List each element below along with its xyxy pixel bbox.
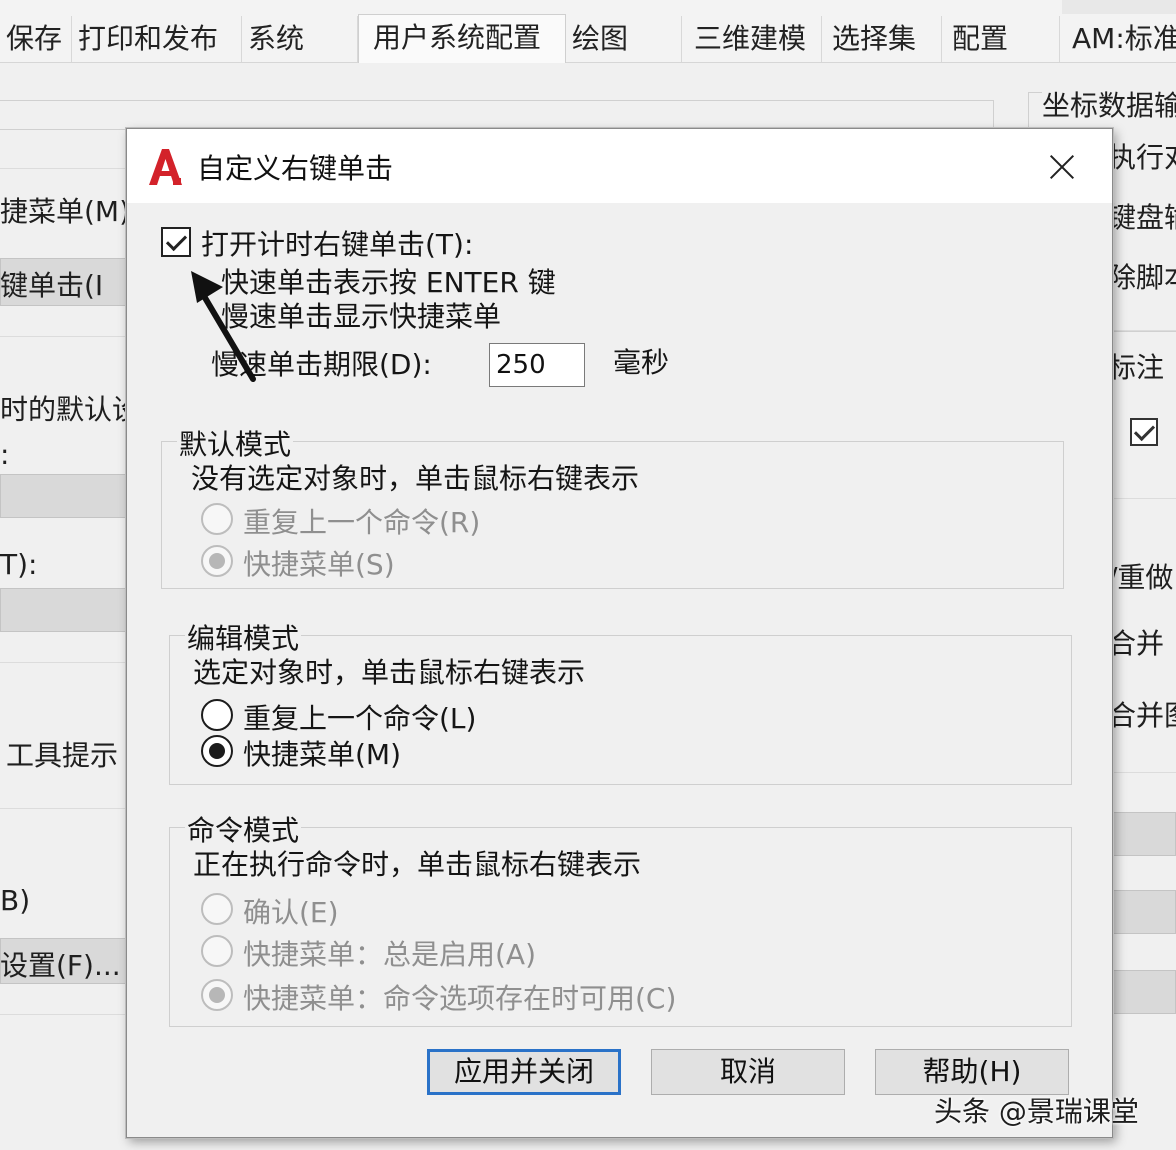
bg-label-script: 除脚本 (1108, 261, 1176, 294)
bg-divider (1110, 498, 1176, 499)
close-icon[interactable] (1039, 145, 1085, 189)
duration-unit: 毫秒 (613, 346, 670, 379)
bg-label-dimension: 标注 (1108, 351, 1165, 384)
tab-strip-edge (1062, 0, 1176, 14)
bg-checkbox[interactable] (1130, 418, 1158, 446)
edit-repeat-last-radio[interactable] (201, 699, 233, 731)
bg-divider (1110, 772, 1176, 773)
tab-save[interactable]: 保存 (0, 16, 72, 62)
watermark-text: 头条 @景瑞课堂 (934, 1095, 1139, 1128)
bg-label-colon: : (0, 438, 10, 471)
bg-divider (1110, 330, 1176, 331)
bg-button[interactable] (1110, 970, 1176, 1014)
duration-input[interactable] (489, 343, 585, 387)
customize-right-click-dialog: 自定义右键单击 打开计时右键单击(T): 快速单击表示按 ENTER 键 慢速单… (126, 128, 1113, 1138)
bg-label-merge-layer: 合并图 (1108, 699, 1176, 732)
timed-right-click-label: 打开计时右键单击(T): (201, 228, 474, 261)
bg-divider (0, 336, 130, 337)
edit-shortcut-menu-label: 快捷菜单(M) (243, 738, 402, 771)
bg-label-merge: 合并 (1108, 627, 1165, 660)
bg-divider (0, 168, 130, 169)
command-shortcut-options-radio[interactable] (201, 979, 233, 1011)
dialog-title: 自定义右键单击 (197, 152, 394, 185)
command-shortcut-options-label: 快捷菜单：命令选项存在时可用(C) (243, 982, 677, 1015)
default-repeat-last-label: 重复上一个命令(R) (243, 506, 481, 539)
tab-system[interactable]: 系统 (242, 16, 358, 62)
bg-label-coordinate-input: 坐标数据输 (1042, 84, 1176, 124)
command-shortcut-always-label: 快捷菜单：总是启用(A) (243, 938, 537, 971)
cancel-button[interactable]: 取消 (651, 1049, 845, 1095)
command-enter-radio[interactable] (201, 893, 233, 925)
bg-label-b: B) (0, 884, 31, 917)
bg-dropdown[interactable] (0, 588, 130, 632)
tab-user-preferences[interactable]: 用户系统配置 (358, 14, 566, 64)
tab-profiles[interactable]: 配置 (942, 16, 1060, 62)
edit-shortcut-menu-radio[interactable] (201, 735, 233, 767)
timed-right-click-checkbox[interactable] (161, 227, 191, 257)
bg-label-shortcut-menu: 捷菜单(M) (0, 195, 130, 228)
tab-am-standard[interactable]: AM:标准 (1060, 16, 1176, 62)
tab-3d-modeling[interactable]: 三维建模 (682, 16, 822, 62)
autocad-logo-icon (149, 149, 182, 185)
bg-divider (0, 662, 130, 663)
tab-plot-publish[interactable]: 打印和发布 (72, 16, 242, 62)
bg-label-default-setting: 时的默认设 (0, 393, 128, 426)
bg-label-keyboard: 键盘输 (1108, 201, 1176, 234)
bg-label-tooltip: 工具提示 (6, 739, 119, 772)
bg-label-right-click: 键单击(I (0, 269, 104, 302)
command-enter-label: 确认(E) (243, 896, 339, 929)
bg-button[interactable] (1110, 890, 1176, 934)
tab-selection[interactable]: 选择集 (822, 16, 942, 62)
apply-and-close-button[interactable]: 应用并关闭 (427, 1049, 621, 1095)
command-shortcut-always-radio[interactable] (201, 935, 233, 967)
help-button[interactable]: 帮助(H) (875, 1049, 1069, 1095)
bg-divider (0, 1014, 130, 1015)
bg-divider (0, 808, 130, 809)
annotation-arrow-icon (191, 271, 256, 382)
tab-drafting[interactable]: 绘图 (566, 16, 682, 62)
bg-label-redo: /重做 (1108, 561, 1174, 594)
edit-mode-description: 选定对象时，单击鼠标右键表示 (193, 656, 586, 689)
default-shortcut-menu-radio[interactable] (201, 545, 233, 577)
bg-group-frame (0, 100, 994, 130)
edit-repeat-last-label: 重复上一个命令(L) (243, 702, 477, 735)
default-repeat-last-radio[interactable] (201, 503, 233, 535)
bg-label-execute: 执行对 (1108, 141, 1176, 174)
options-tab-strip: 保存 打印和发布 系统 用户系统配置 绘图 三维建模 选择集 配置 AM:标准 (0, 0, 1176, 64)
bg-button[interactable] (1110, 812, 1176, 856)
bg-label-t: T): (0, 548, 38, 581)
command-mode-description: 正在执行命令时，单击鼠标右键表示 (193, 848, 642, 881)
default-shortcut-menu-label: 快捷菜单(S) (243, 548, 395, 581)
dialog-titlebar: 自定义右键单击 (127, 129, 1112, 203)
bg-dropdown[interactable] (0, 474, 130, 518)
default-mode-description: 没有选定对象时，单击鼠标右键表示 (191, 462, 640, 495)
bg-label-settings: 设置(F)... (0, 949, 121, 982)
